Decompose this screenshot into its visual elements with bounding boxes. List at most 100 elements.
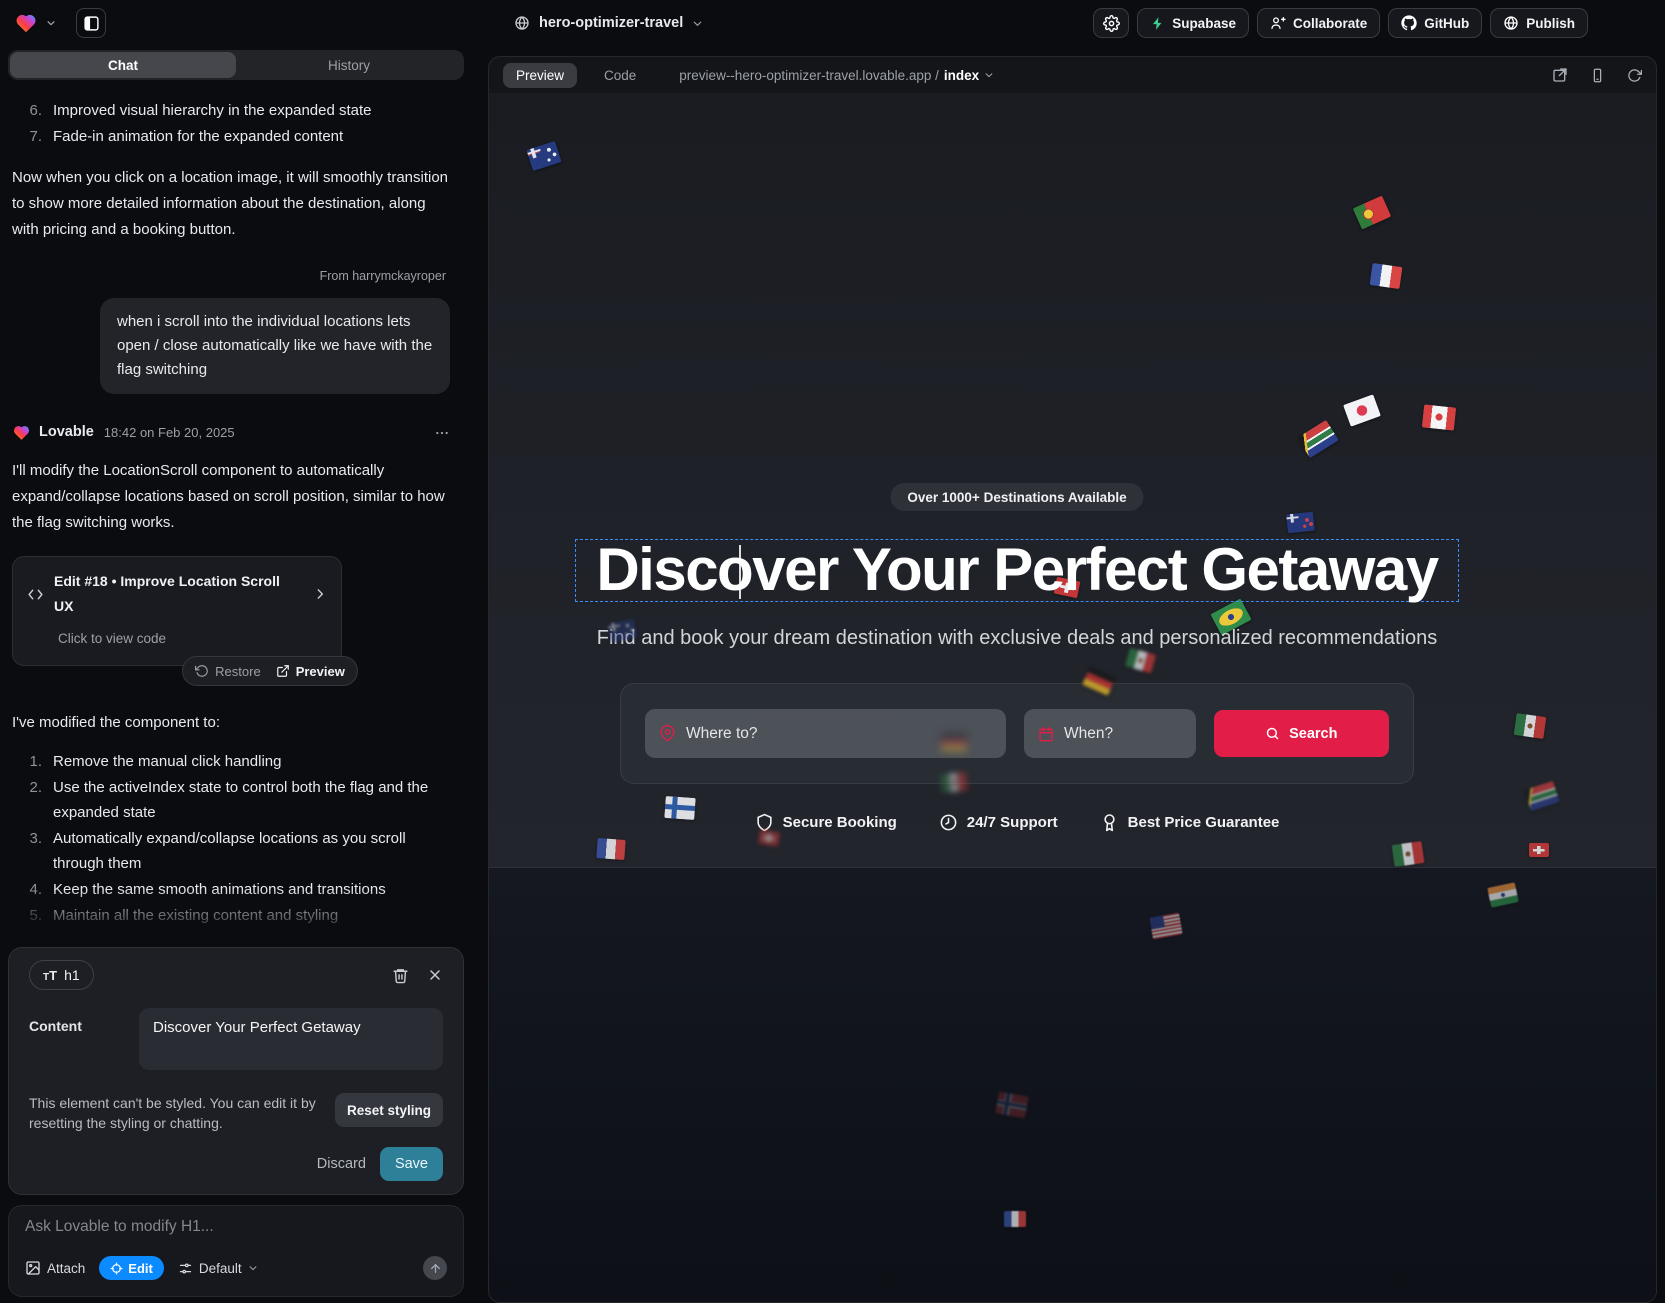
preview-panel: Preview Code preview--hero-optimizer-tra… bbox=[488, 56, 1657, 1303]
list-number: 6. bbox=[12, 98, 42, 123]
feature-support: 24/7 Support bbox=[939, 813, 1058, 832]
chevron-down-icon[interactable] bbox=[46, 18, 56, 28]
collaborate-users-icon bbox=[1270, 15, 1286, 31]
globe-icon bbox=[514, 15, 530, 31]
assistant-step-list: 1.Remove the manual click handling 2.Use… bbox=[12, 749, 450, 928]
gear-icon bbox=[1103, 15, 1120, 32]
project-switcher[interactable]: hero-optimizer-travel bbox=[514, 0, 703, 46]
supabase-bolt-icon bbox=[1150, 16, 1165, 31]
close-icon[interactable] bbox=[427, 967, 443, 983]
flag-mexico-icon bbox=[1392, 841, 1425, 867]
hero-subtitle: Find and book your dream destination wit… bbox=[489, 627, 1545, 650]
restore-button[interactable]: Restore bbox=[195, 659, 261, 684]
list-text: Remove the manual click handling bbox=[53, 749, 281, 774]
edit-mode-label: Edit bbox=[128, 1261, 153, 1276]
flag-france-icon bbox=[1004, 1211, 1026, 1227]
default-mode-button[interactable]: Default bbox=[178, 1261, 258, 1276]
chat-composer: Attach Edit Default bbox=[8, 1205, 464, 1297]
save-button[interactable]: Save bbox=[380, 1147, 443, 1181]
edit-mode-button[interactable]: Edit bbox=[99, 1256, 164, 1280]
edit-card-actions: Restore Preview bbox=[182, 656, 358, 686]
list-number: 3. bbox=[12, 826, 42, 876]
lovable-heart-icon bbox=[12, 423, 31, 442]
attach-button[interactable]: Attach bbox=[25, 1260, 85, 1276]
image-icon bbox=[25, 1260, 41, 1276]
edit-card[interactable]: Edit #18 • Improve Location Scroll UX Cl… bbox=[12, 556, 342, 666]
publish-button[interactable]: Publish bbox=[1490, 8, 1588, 38]
feature-badges: Secure Booking 24/7 Support Best Price G… bbox=[489, 813, 1545, 832]
list-item: 7. Fade-in animation for the expanded co… bbox=[12, 124, 450, 149]
attach-label: Attach bbox=[47, 1261, 85, 1276]
refresh-icon[interactable] bbox=[1627, 68, 1642, 83]
tab-preview[interactable]: Preview bbox=[503, 63, 577, 88]
content-textarea[interactable]: Discover Your Perfect Getaway bbox=[139, 1008, 443, 1070]
send-button[interactable] bbox=[423, 1256, 447, 1280]
rotate-ccw-icon bbox=[195, 664, 209, 678]
element-tag-pill[interactable]: TT h1 bbox=[29, 960, 94, 990]
when-input[interactable] bbox=[1064, 725, 1182, 743]
hero-title[interactable]: Discover Your Perfect Getaway bbox=[596, 535, 1437, 604]
list-text: Maintain all the existing content and st… bbox=[53, 903, 338, 928]
list-number: 5. bbox=[12, 903, 42, 928]
mobile-view-icon[interactable] bbox=[1590, 68, 1605, 83]
flag-france-icon bbox=[1370, 263, 1403, 289]
preview-button[interactable]: Preview bbox=[276, 659, 345, 684]
github-button[interactable]: GitHub bbox=[1388, 8, 1482, 38]
assistant-paragraph: Now when you click on a location image, … bbox=[12, 165, 450, 243]
assistant-summary-intro: I've modified the component to: bbox=[12, 710, 450, 735]
list-item: 5. Maintain all the existing content and … bbox=[12, 903, 450, 928]
reset-styling-button[interactable]: Reset styling bbox=[335, 1093, 443, 1127]
search-button[interactable]: Search bbox=[1214, 710, 1389, 757]
flag-germany-icon bbox=[941, 733, 967, 752]
tab-code[interactable]: Code bbox=[591, 63, 649, 88]
search-card: Search bbox=[620, 683, 1414, 784]
supabase-label: Supabase bbox=[1172, 16, 1236, 31]
map-pin-icon bbox=[659, 725, 676, 742]
assistant-header: Lovable 18:42 on Feb 20, 2025 bbox=[12, 420, 450, 445]
list-item: 1.Remove the manual click handling bbox=[12, 749, 450, 774]
chevron-down-icon bbox=[692, 18, 703, 29]
publish-globe-icon bbox=[1503, 15, 1519, 31]
preview-url[interactable]: preview--hero-optimizer-travel.lovable.a… bbox=[679, 68, 994, 83]
calendar-icon bbox=[1038, 726, 1054, 742]
search-icon bbox=[1265, 726, 1280, 741]
settings-button[interactable] bbox=[1093, 8, 1129, 38]
panel-left-icon bbox=[83, 15, 100, 32]
element-editor-panel: TT h1 Content Discover Your Perfect Geta… bbox=[8, 947, 464, 1195]
list-item: 4.Keep the same smooth animations and tr… bbox=[12, 877, 450, 902]
more-menu-icon[interactable] bbox=[434, 425, 450, 441]
chevron-right-icon bbox=[313, 587, 327, 601]
preview-toolbar: Preview Code preview--hero-optimizer-tra… bbox=[489, 57, 1656, 93]
flag-mexico-icon bbox=[940, 772, 968, 794]
project-name: hero-optimizer-travel bbox=[539, 15, 683, 31]
discard-button[interactable]: Discard bbox=[317, 1156, 366, 1172]
list-text: Improved visual hierarchy in the expande… bbox=[53, 98, 372, 123]
lovable-logo-heart-icon[interactable] bbox=[14, 11, 38, 35]
list-text: Fade-in animation for the expanded conte… bbox=[53, 124, 343, 149]
code-icon bbox=[27, 586, 44, 603]
feature-secure-booking: Secure Booking bbox=[755, 813, 897, 832]
trash-icon[interactable] bbox=[392, 967, 409, 984]
chat-stream: 6. Improved visual hierarchy in the expa… bbox=[8, 92, 464, 940]
tab-chat[interactable]: Chat bbox=[10, 52, 236, 78]
sidebar-toggle-button[interactable] bbox=[76, 8, 106, 38]
open-in-new-tab-icon[interactable] bbox=[1552, 67, 1568, 83]
collaborate-button[interactable]: Collaborate bbox=[1257, 8, 1380, 38]
feature-best-price: Best Price Guarantee bbox=[1100, 813, 1280, 832]
list-number: 4. bbox=[12, 877, 42, 902]
list-item: 2.Use the activeIndex state to control b… bbox=[12, 775, 450, 825]
feature-label: Secure Booking bbox=[783, 814, 897, 831]
assistant-name: Lovable bbox=[39, 420, 94, 445]
chevron-down-icon bbox=[984, 70, 994, 80]
list-text: Automatically expand/collapse locations … bbox=[53, 826, 450, 876]
tab-history[interactable]: History bbox=[236, 52, 462, 78]
collaborate-label: Collaborate bbox=[1293, 16, 1367, 31]
composer-input[interactable] bbox=[25, 1218, 447, 1236]
supabase-button[interactable]: Supabase bbox=[1137, 8, 1249, 38]
user-message-bubble: when i scroll into the individual locati… bbox=[100, 298, 450, 394]
when-field[interactable] bbox=[1024, 709, 1196, 758]
search-label: Search bbox=[1289, 726, 1337, 742]
assistant-intro: I'll modify the LocationScroll component… bbox=[12, 458, 450, 536]
list-item: 6. Improved visual hierarchy in the expa… bbox=[12, 98, 450, 123]
github-icon bbox=[1401, 15, 1417, 31]
